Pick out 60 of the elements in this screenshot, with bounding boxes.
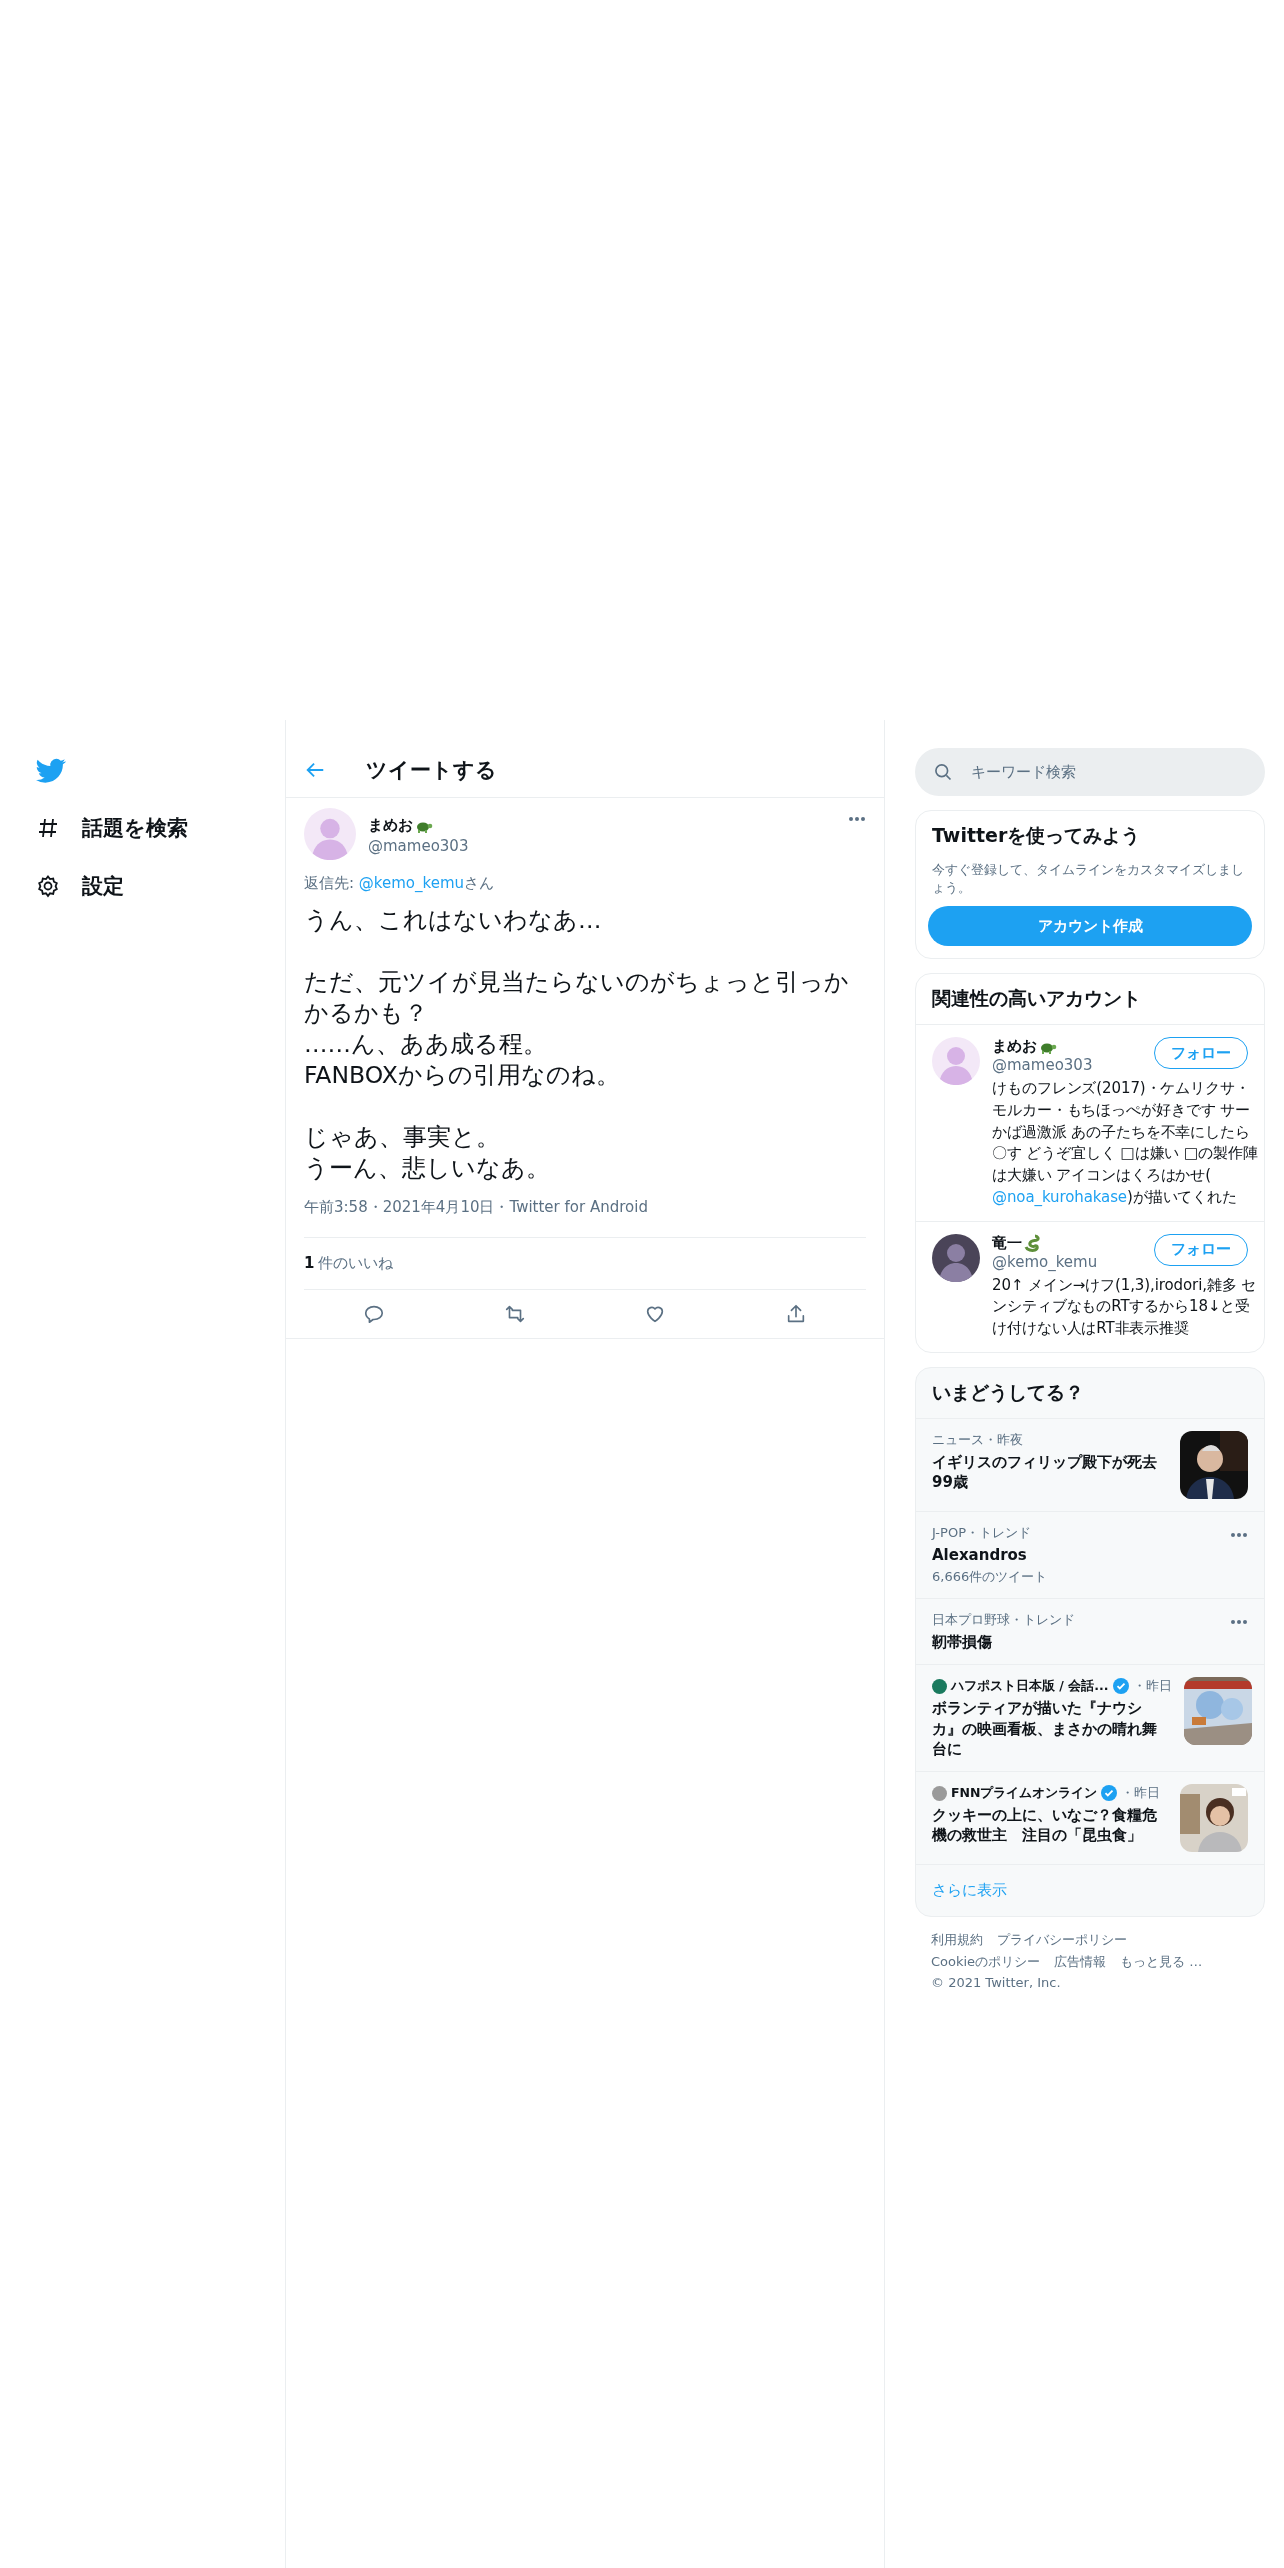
trend-item[interactable]: FNNプライムオンライン ・昨日 クッキーの上に、いなご？食糧危機の救世主 注目の「昆虫食」: [916, 1771, 1264, 1865]
source-name: ハフポスト日本版 / 会話...: [951, 1677, 1109, 1695]
trend-title: Alexandros: [932, 1544, 1028, 1566]
account-bio: 20↑ メイン→けフ(1,3),irodori,雑多 センシティブなものRTするから18↓と受け付けない人はRT非表示推奨: [992, 1274, 1258, 1340]
settings-icon: [36, 874, 60, 898]
trend-title: ボランティアが描いた『ナウシカ』の映画看板、まさかの晴れ舞台に: [932, 1698, 1158, 1760]
account-name[interactable]: 竜一: [992, 1233, 1022, 1253]
tweet-text: ……ん、ああ成る程。: [304, 1029, 548, 1061]
tweet-text: ただ、元ツイが見当たらないのがちょっと引っかかるかも？: [304, 967, 850, 1030]
trend-context: 日本プロ野球・トレンド: [932, 1611, 1076, 1630]
trend-context: ニュース・昨夜: [932, 1430, 1024, 1449]
mention-link[interactable]: @kemo_kemu: [358, 874, 464, 892]
card-title: Twitterを使ってみよう: [931, 823, 1142, 848]
author-name[interactable]: まめお: [368, 816, 413, 835]
reply-to-text: 返信先: @kemo_kemuさん: [304, 874, 495, 893]
card-title: いまどうしてる？: [931, 1379, 1085, 1405]
more-icon[interactable]: [848, 816, 866, 822]
card-text: 今すぐ登録して、タイムラインをカスタマイズしましょう。: [932, 861, 1245, 897]
trend-item[interactable]: ニュース・昨夜 イギリスのフィリップ殿下が死去 99歳: [916, 1417, 1264, 1511]
trend-item[interactable]: J-POP・トレンド Alexandros 6,666件のツイート: [916, 1510, 1264, 1599]
post-time: ・昨日: [1132, 1677, 1172, 1696]
footer-link[interactable]: 利用規約: [931, 1931, 983, 1950]
hashtag-icon: [36, 816, 60, 840]
page-title: ツイートする: [366, 756, 497, 784]
card-title: 関連性の高いアカウント: [931, 986, 1142, 1012]
search-icon: [933, 762, 953, 782]
copyright-text: © 2021 Twitter, Inc.: [931, 1975, 1062, 1991]
trend-title: イギリスのフィリップ殿下が死去 99歳: [932, 1451, 1158, 1493]
tweet-count: 6,666件のツイート: [932, 1568, 1049, 1587]
trend-item[interactable]: ハフポスト日本版 / 会話... ・昨日 ボランティアが描いた『ナウシカ』の映画看板、まさかの晴れ舞台に: [916, 1664, 1264, 1772]
author-handle[interactable]: @mameo303: [368, 837, 836, 855]
post-time: ・昨日: [1121, 1784, 1161, 1803]
source-name: FNNプライムオンライン: [951, 1784, 1098, 1802]
trend-title: クッキーの上に、いなご？食糧危機の救世主 注目の「昆虫食」: [932, 1805, 1158, 1846]
tweet-text: うん、これはないわなあ…: [304, 905, 603, 936]
more-icon[interactable]: [1230, 1531, 1248, 1538]
footer-link[interactable]: 広告情報: [1054, 1953, 1107, 1972]
search-field[interactable]: キーワード検索: [915, 748, 1265, 796]
trend-item[interactable]: 日本プロ野球・トレンド 靭帯損傷: [916, 1598, 1264, 1665]
more-icon[interactable]: [1230, 1619, 1248, 1626]
like-count[interactable]: 1: [304, 1254, 315, 1274]
tweet-text: じゃあ、事実と。: [304, 1122, 501, 1154]
trend-title: 靭帯損傷: [932, 1632, 993, 1653]
nav-item[interactable]: 設定: [32, 866, 285, 906]
account-name[interactable]: まめお: [992, 1037, 1037, 1057]
like-label[interactable]: 件のいいね: [318, 1254, 394, 1274]
tweet-meta: 午前3:58・2021年4月10日・Twitter for Android: [304, 1198, 648, 1218]
account-handle[interactable]: @kemo_kemu: [992, 1252, 1098, 1271]
avatar[interactable]: [932, 1233, 980, 1282]
mention-link[interactable]: @noa_kurohakase: [992, 1187, 1127, 1206]
tweet-text: FANBOXからの引用なのね。: [304, 1060, 621, 1092]
nav-item[interactable]: 話題を検索: [32, 808, 285, 848]
account-handle[interactable]: @mameo303: [992, 1056, 1093, 1075]
footer-link[interactable]: もっと見る …: [1120, 1953, 1203, 1972]
trend-context: J-POP・トレンド: [932, 1523, 1032, 1542]
tweet-text: うーん、悲しいなあ。: [304, 1153, 551, 1185]
bird-logo-icon[interactable]: [36, 758, 66, 784]
footer-link[interactable]: Cookieのポリシー: [931, 1953, 1041, 1972]
footer-link[interactable]: プライバシーポリシー: [997, 1931, 1127, 1950]
account-bio: けものフレンズ(2017)・ケムリクサ・モルカー・もちほっぺが好きです サーかば過激派 あの子たちを不幸にしたら〇す どうぞ宜しく □は嫌い □の製作陣は大嫌い アイコンはくろはかせ( @noa_kurohakase)が描いてくれた: [992, 1078, 1259, 1208]
